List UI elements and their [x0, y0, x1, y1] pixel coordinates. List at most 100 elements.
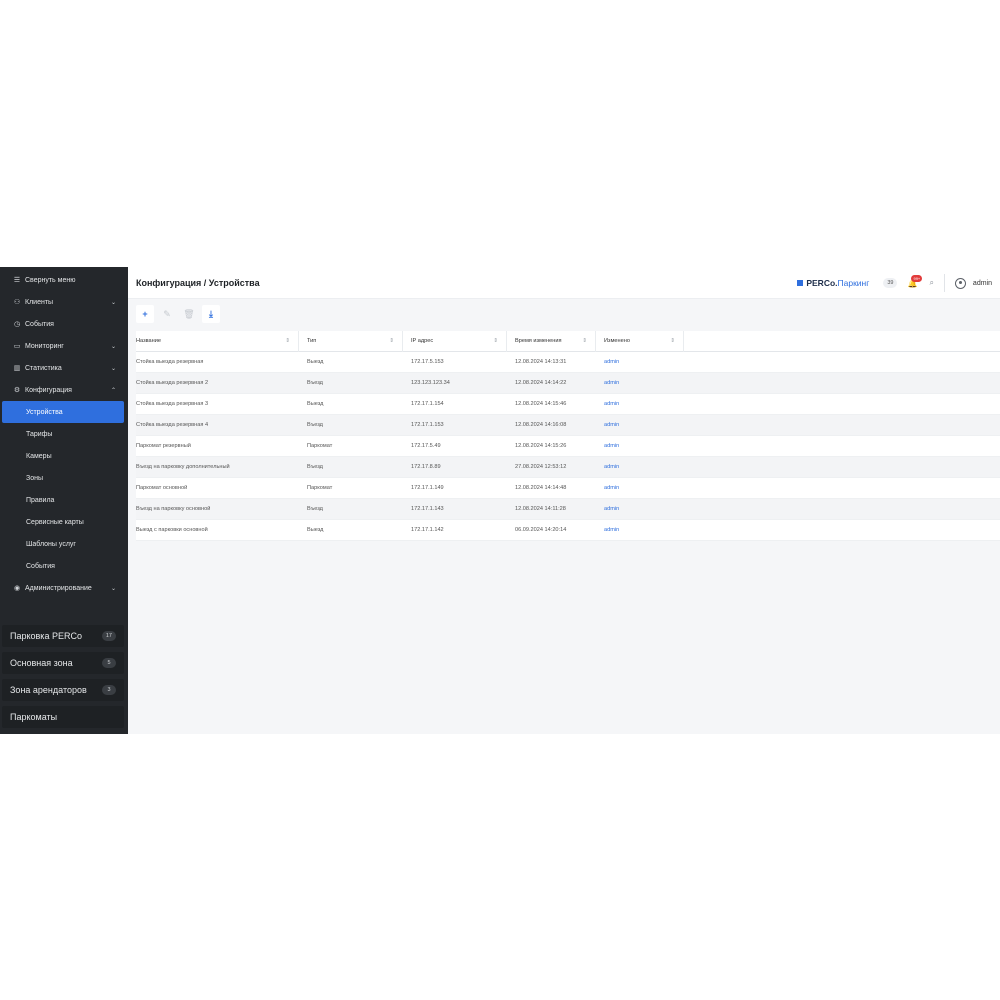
sidebar-item-monitoring[interactable]: ▭ Мониторинг ⌄ [0, 335, 128, 357]
table-body: Стойка выезда резервная Выезд 172.17.5.153… [136, 352, 1000, 541]
monitor-icon: ▭ [13, 343, 21, 350]
cell-modified-by[interactable]: admin [596, 520, 684, 541]
sidebar-subitem-devices[interactable]: Устройства [2, 401, 124, 423]
sidebar-subitem-tariffs[interactable]: Тарифы [0, 423, 128, 445]
table-row[interactable]: Стойка выезда резервная 3 Выезд 172.17.1.1… [136, 394, 1000, 415]
sidebar-item-configuration[interactable]: ⚙ Конфигурация ⌃ [0, 379, 128, 401]
user-avatar-icon[interactable] [954, 277, 966, 289]
cell-modified-time: 06.09.2024 14:20:14 [515, 527, 567, 533]
devices-table: Название ⇕ Тип ⇕ IP адрес ⇕ Время изменения… [136, 330, 1000, 541]
sort-icon[interactable]: ⇕ [285, 338, 290, 344]
cell-name: Стойка выезда резервная [136, 359, 204, 365]
logo-text-primary: PERCo. [806, 278, 838, 288]
zone-count-badge: 5 [102, 658, 116, 668]
sort-icon[interactable]: ⇕ [493, 338, 498, 344]
chevron-up-icon: ⌃ [110, 387, 116, 394]
history-icon: ◷ [13, 321, 21, 328]
column-header-modified-by[interactable]: Изменено ⇕ [596, 330, 684, 352]
sidebar-subitem-events[interactable]: События [0, 555, 128, 577]
cell-ip: 172.17.8.89 [411, 464, 441, 470]
chevron-down-icon: ⌄ [110, 585, 116, 592]
chevron-down-icon: ⌄ [110, 299, 116, 306]
cell-modified-by[interactable]: admin [596, 373, 684, 394]
sidebar-subitem-service-templates[interactable]: Шаблоны услуг [0, 533, 128, 555]
zone-count-badge: 3 [102, 685, 116, 695]
cell-modified-by[interactable]: admin [596, 436, 684, 457]
chevron-down-icon: ⌄ [110, 365, 116, 372]
cell-modified-by[interactable]: admin [596, 478, 684, 499]
table-row[interactable]: Стойка выезда резервная 4 Въезд 172.17.1.1… [136, 415, 1000, 436]
cell-type: Въезд [307, 506, 323, 512]
cell-modified-by[interactable]: admin [596, 499, 684, 520]
sidebar-item-label: Статистика [25, 364, 62, 372]
sidebar-subitem-rules[interactable]: Правила [0, 489, 128, 511]
sidebar-subitem-service-cards[interactable]: Сервисные карты [0, 511, 128, 533]
cell-name: Стойка выезда резервная 3 [136, 401, 209, 407]
table-row[interactable]: Паркомат основной Паркомат 172.17.1.149 12.… [136, 478, 1000, 499]
export-button[interactable]: ⤓ [202, 305, 220, 323]
shield-icon: ◉ [13, 585, 21, 592]
sort-icon[interactable]: ⇕ [389, 338, 394, 344]
table-row[interactable]: Въезд на парковку основной Въезд 172.17.1.… [136, 499, 1000, 520]
zone-item[interactable]: Парковка PERCo 17 [2, 625, 124, 647]
sidebar-item-clients[interactable]: ⚇ Клиенты ⌄ [0, 291, 128, 313]
cell-modified-time: 12.08.2024 14:15:46 [515, 401, 567, 407]
sort-icon[interactable]: ⇕ [670, 338, 675, 344]
cell-modified-by[interactable]: admin [596, 394, 684, 415]
logo-text-secondary: Паркинг [837, 278, 870, 288]
bell-icon[interactable]: 🔔 99+ [907, 274, 923, 288]
cell-ip: 123.123.123.34 [411, 380, 450, 386]
cell-type: Паркомат [307, 485, 333, 491]
zone-item[interactable]: Основная зона 5 [2, 652, 124, 674]
zone-label: Зона арендаторов [10, 685, 87, 695]
sidebar-item-label: Конфигурация [25, 386, 72, 394]
chevron-down-icon: ⌄ [110, 343, 116, 350]
cell-modified-by[interactable]: admin [596, 352, 684, 373]
cell-modified-time: 12.08.2024 14:14:48 [515, 485, 567, 491]
table-row[interactable]: Выезд с парковки основной Выезд 172.17.1.1… [136, 520, 1000, 541]
table-row[interactable]: Стойка выезда резервная Выезд 172.17.5.153… [136, 352, 1000, 373]
main-content: Конфигурация / Устройства PERCo. Паркинг… [128, 267, 1000, 734]
column-header-type[interactable]: Тип ⇕ [299, 330, 403, 352]
topbar-right: PERCo. Паркинг 39 🔔 99+ ⌕ admin [797, 267, 992, 299]
cell-name: Въезд на парковку основной [136, 506, 211, 512]
sidebar-item-label: Клиенты [25, 298, 54, 306]
zone-label: Основная зона [10, 658, 73, 668]
sidebar-item-label: Свернуть меню [25, 276, 76, 284]
cell-type: Паркомат [307, 443, 333, 449]
cell-modified-by[interactable]: admin [596, 457, 684, 478]
sidebar-item-collapse[interactable]: ☰ Свернуть меню [0, 269, 128, 291]
sidebar-item-events[interactable]: ◷ События [0, 313, 128, 335]
add-button[interactable]: + [136, 305, 154, 323]
column-header-modified-time[interactable]: Время изменения ⇕ [507, 330, 596, 352]
cell-type: Въезд [307, 422, 323, 428]
delete-button[interactable]: 🗑 [180, 305, 198, 323]
brand-logo: PERCo. Паркинг [797, 278, 869, 288]
sidebar-item-administration[interactable]: ◉ Администрирование ⌄ [0, 577, 128, 599]
sidebar-subitem-cameras[interactable]: Камеры [0, 445, 128, 467]
edit-button[interactable]: ✎ [158, 305, 176, 323]
sidebar-item-statistics[interactable]: ▥ Статистика ⌄ [0, 357, 128, 379]
counter-badge[interactable]: 39 [883, 278, 898, 288]
cell-modified-by[interactable]: admin [596, 415, 684, 436]
cell-type: Выезд [307, 527, 324, 533]
table-row[interactable]: Въезд на парковку дополнительный Въезд 172… [136, 457, 1000, 478]
zone-item[interactable]: Зона арендаторов 3 [2, 679, 124, 701]
cell-ip: 172.17.1.142 [411, 527, 444, 533]
sort-icon[interactable]: ⇕ [582, 338, 587, 344]
cell-ip: 172.17.5.153 [411, 359, 444, 365]
topbar-divider [943, 274, 945, 292]
sidebar-subitem-zones[interactable]: Зоны [0, 467, 128, 489]
gear-icon: ⚙ [13, 387, 21, 394]
table-row[interactable]: Паркомат резервный Паркомат 172.17.5.49 12.… [136, 436, 1000, 457]
cell-ip: 172.17.1.154 [411, 401, 444, 407]
search-icon[interactable]: ⌕ [929, 278, 933, 288]
zone-list: Парковка PERCo 17 Основная зона 5 Зона а… [0, 625, 128, 733]
column-header-name[interactable]: Название ⇕ [136, 330, 299, 352]
zone-item[interactable]: Паркоматы [2, 706, 124, 728]
user-name[interactable]: admin [973, 280, 992, 287]
cell-ip: 172.17.1.143 [411, 506, 444, 512]
column-header-ip[interactable]: IP адрес ⇕ [403, 330, 507, 352]
cell-name: Стойка выезда резервная 4 [136, 422, 209, 428]
table-row[interactable]: Стойка выезда резервная 2 Въезд 123.123.12… [136, 373, 1000, 394]
